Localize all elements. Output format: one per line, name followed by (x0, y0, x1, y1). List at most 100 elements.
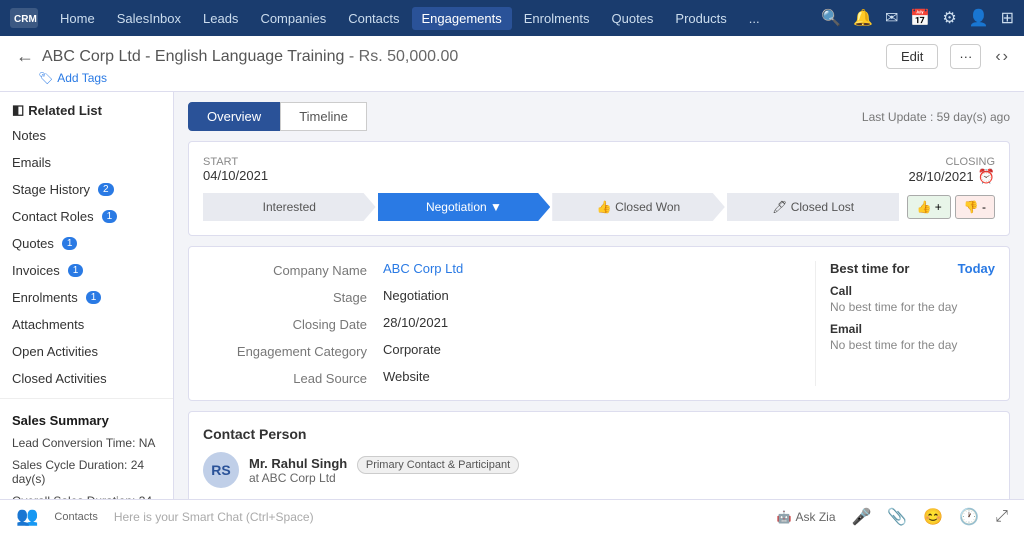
stage-label: Stage (203, 288, 383, 305)
sidebar-divider-1 (0, 398, 173, 399)
emoji-icon[interactable]: 😊 (923, 507, 943, 527)
stage-interested[interactable]: Interested (203, 193, 376, 221)
invoices-badge: 1 (68, 264, 84, 277)
sidebar-item-open-activities[interactable]: Open Activities (0, 338, 173, 365)
details-grid: Company Name ABC Corp Ltd Stage Negotiat… (203, 261, 801, 386)
notification-icon[interactable]: 🔔 (853, 8, 873, 28)
quotes-badge: 1 (62, 237, 78, 250)
closing-label: CLOSING (945, 156, 995, 168)
closing-date-detail: 28/10/2021 (383, 315, 801, 332)
contact-name-row: Mr. Rahul Singh Primary Contact & Partic… (249, 456, 519, 471)
contact-person-title: Contact Person (203, 426, 995, 442)
contact-name[interactable]: Mr. Rahul Singh (249, 456, 347, 471)
edit-button[interactable]: Edit (886, 44, 938, 69)
today-link[interactable]: Today (958, 261, 995, 276)
company-name-value[interactable]: ABC Corp Ltd (383, 261, 801, 278)
mail-icon[interactable]: ✉ (885, 8, 898, 28)
zia-icon: 🤖 (777, 510, 792, 524)
sidebar-item-contact-roles[interactable]: Contact Roles 1 (0, 203, 173, 230)
search-icon[interactable]: 🔍 (821, 8, 841, 28)
top-navigation: CRM Home SalesInbox Leads Companies Cont… (0, 0, 1024, 36)
best-time-panel: Best time for Today Call No best time fo… (815, 261, 995, 386)
last-update-text: Last Update : 59 day(s) ago (862, 110, 1010, 124)
thumbs-down-button[interactable]: 👎 - (955, 195, 995, 219)
sidebar-item-closed-activities[interactable]: Closed Activities (0, 365, 173, 392)
expand-icon[interactable]: ⤢ (995, 508, 1008, 526)
next-record-button[interactable]: › (1003, 48, 1008, 66)
nav-salesinbox[interactable]: SalesInbox (107, 7, 191, 30)
stage-value: Negotiation (383, 288, 801, 305)
svg-text:CRM: CRM (14, 14, 37, 25)
add-tags-button[interactable]: Add Tags (57, 71, 107, 85)
sidebar-item-quotes[interactable]: Quotes 1 (0, 230, 173, 257)
thumbs-up-button[interactable]: 👍 + (907, 195, 950, 219)
clock-icon[interactable]: 🕐 (959, 507, 979, 527)
lead-source-value: Website (383, 369, 801, 386)
related-list-header: ◧ Related List (0, 92, 173, 122)
contacts-label[interactable]: Contacts (54, 511, 97, 523)
tag-icon: 🏷 (38, 71, 53, 85)
nav-more[interactable]: ... (739, 7, 770, 30)
email-label: Email (830, 322, 995, 336)
call-label: Call (830, 284, 995, 298)
sidebar-item-emails[interactable]: Emails (0, 149, 173, 176)
app-logo: CRM (10, 8, 38, 28)
microphone-icon[interactable]: 🎤 (852, 507, 872, 527)
settings-icon[interactable]: ⚙ (942, 8, 956, 28)
nav-quotes[interactable]: Quotes (602, 7, 664, 30)
attachment-icon[interactable]: 📎 (887, 507, 907, 527)
stage-closed-lost[interactable]: 🖊 Closed Lost (727, 193, 900, 221)
main-layout: ◧ Related List Notes Emails Stage Histor… (0, 92, 1024, 499)
sidebar-item-attachments[interactable]: Attachments (0, 311, 173, 338)
calendar-icon[interactable]: 📅 (910, 8, 930, 28)
grid-icon[interactable]: ⊞ (1001, 8, 1014, 28)
contact-row: RS Mr. Rahul Singh Primary Contact & Par… (203, 452, 995, 488)
previous-record-button[interactable]: ‹ (995, 48, 1000, 66)
nav-contacts[interactable]: Contacts (338, 7, 409, 30)
stage-negotiation[interactable]: Negotiation ▼ (378, 193, 551, 221)
stage-history-badge: 2 (98, 183, 114, 196)
sidebar-item-stage-history[interactable]: Stage History 2 (0, 176, 173, 203)
nav-home[interactable]: Home (50, 7, 105, 30)
tags-row: 🏷 Add Tags (16, 71, 1008, 85)
contact-person-card: Contact Person RS Mr. Rahul Singh Primar… (188, 411, 1010, 499)
closing-date: 28/10/2021 (908, 169, 973, 184)
details-card: Company Name ABC Corp Ltd Stage Negotiat… (188, 246, 1010, 401)
tab-overview[interactable]: Overview (188, 102, 280, 131)
nav-engagements[interactable]: Engagements (412, 7, 512, 30)
details-main: Company Name ABC Corp Ltd Stage Negotiat… (203, 261, 801, 386)
nav-companies[interactable]: Companies (250, 7, 336, 30)
avatar: RS (203, 452, 239, 488)
sidebar-item-notes[interactable]: Notes (0, 122, 173, 149)
contact-details: Mr. Rahul Singh Primary Contact & Partic… (249, 456, 519, 485)
start-label: START (203, 156, 238, 168)
sidebar-item-invoices[interactable]: Invoices 1 (0, 257, 173, 284)
details-layout: Company Name ABC Corp Ltd Stage Negotiat… (203, 261, 995, 386)
content-area: Overview Timeline Last Update : 59 day(s… (174, 92, 1024, 499)
sales-summary-title: Sales Summary (0, 405, 173, 432)
bottom-bar: 👥 Contacts Here is your Smart Chat (Ctrl… (0, 499, 1024, 533)
best-time-title: Best time for (830, 261, 909, 276)
stage-closed-won[interactable]: 👍 Closed Won (552, 193, 725, 221)
ask-zia-button[interactable]: 🤖 Ask Zia (777, 510, 836, 524)
sales-cycle-duration: Sales Cycle Duration: 24 day(s) (0, 454, 173, 490)
nav-leads[interactable]: Leads (193, 7, 248, 30)
nav-products[interactable]: Products (665, 7, 736, 30)
call-no-time: No best time for the day (830, 300, 995, 314)
tabs-row: Overview Timeline Last Update : 59 day(s… (188, 102, 1010, 131)
overall-sales-duration: Overall Sales Duration: 34 (0, 490, 173, 499)
nav-right-icons: 🔍 🔔 ✉ 📅 ⚙ 👤 ⊞ (821, 8, 1014, 28)
date-values-row: 04/10/2021 28/10/2021 ⏰ (203, 168, 995, 185)
more-options-button[interactable]: ··· (950, 44, 981, 69)
back-button[interactable]: ← (16, 46, 34, 67)
related-list-icon: ◧ (12, 102, 24, 118)
tab-timeline[interactable]: Timeline (280, 102, 367, 131)
sidebar-item-enrolments[interactable]: Enrolments 1 (0, 284, 173, 311)
best-time-call: Call No best time for the day (830, 284, 995, 314)
user-avatar[interactable]: 👤 (969, 8, 989, 28)
smart-chat-placeholder[interactable]: Here is your Smart Chat (Ctrl+Space) (114, 510, 761, 524)
nav-enrolments[interactable]: Enrolments (514, 7, 600, 30)
stage-pipeline: Interested Negotiation ▼ 👍 Closed Won 🖊 … (203, 193, 995, 221)
page-header: ← ABC Corp Ltd - English Language Traini… (0, 36, 1024, 92)
people-icon[interactable]: 👥 (16, 506, 38, 527)
